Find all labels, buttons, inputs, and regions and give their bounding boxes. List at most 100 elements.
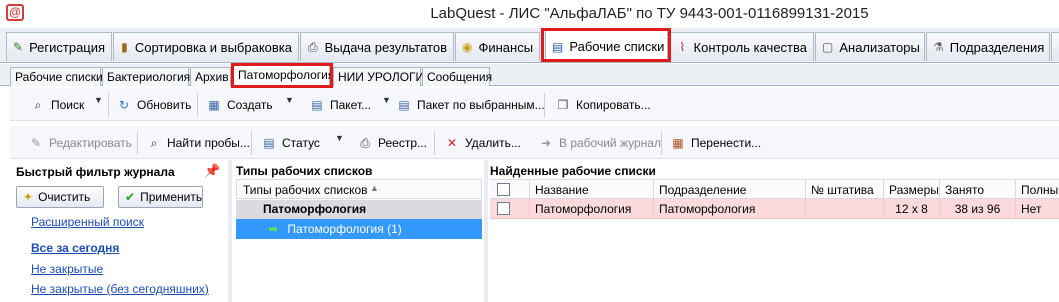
create-dropdown-icon[interactable]: ▼ [285, 95, 294, 105]
package-selected-icon: ▤ [398, 98, 410, 112]
column-header-full[interactable]: Полный [1016, 180, 1059, 199]
package-label: Пакет... [330, 98, 372, 112]
package-icon: ▤ [311, 98, 323, 112]
copy-icon: ❐ [557, 98, 569, 112]
apply-button[interactable]: ✔ Применить [118, 186, 203, 208]
column-header-department[interactable]: Подразделение [654, 180, 806, 199]
tab-quality-control[interactable]: ⌇ Контроль качества [670, 32, 814, 61]
filter-link-today[interactable]: Все за сегодня [31, 241, 119, 255]
tab-label: Выдача результатов [324, 39, 447, 55]
separator [661, 131, 662, 155]
subtab-archive[interactable]: Архив [190, 67, 231, 86]
tab-label: Подразделения [949, 39, 1045, 55]
column-header-occupied[interactable]: Занято [940, 180, 1016, 199]
status-button[interactable]: ▤ Статус [261, 133, 320, 153]
tab-label: Анализаторы [839, 39, 920, 55]
search-dropdown-icon[interactable]: ▼ [94, 95, 103, 105]
window-title: LabQuest - ЛИС "АльфаЛАБ" по ТУ 9443-001… [430, 5, 869, 22]
row-select-cell[interactable] [490, 199, 530, 218]
cell-department: Патоморфология [654, 199, 806, 218]
tab-departments[interactable]: ⚗ Подразделения [926, 32, 1050, 61]
cell-rack [806, 199, 884, 218]
separator [197, 93, 198, 117]
subtab-work-lists[interactable]: Рабочие списки [10, 67, 103, 86]
subtab-messages[interactable]: Сообщения [422, 67, 492, 86]
edit-button[interactable]: ✎ Редактировать [28, 133, 132, 153]
sort-ascending-icon: ▲ [370, 183, 379, 193]
subtab-urology[interactable]: НИИ УРОЛОГИИ [333, 67, 433, 86]
cell-occupied: 38 из 96 [940, 199, 1016, 218]
tab-label: Сортировка и выбраковка [134, 39, 292, 55]
column-header-size[interactable]: Размеры [884, 180, 940, 199]
arrow-journal-icon: ➜ [540, 136, 552, 150]
refresh-button[interactable]: ↻ Обновить [116, 95, 191, 115]
list-types-header-label: Типы рабочих списков [243, 183, 368, 197]
subtab-bacteriology[interactable]: Бактериология [102, 67, 190, 86]
binoculars-icon: ⌕ [34, 98, 42, 112]
splitter-left[interactable] [228, 160, 232, 302]
clear-label: Очистить [38, 190, 91, 204]
separator [108, 93, 109, 117]
table-row[interactable]: Патоморфология Патоморфология 12 x 8 38 … [490, 199, 1059, 219]
tree-item-label: Патоморфология (1) [287, 222, 402, 236]
pencil-doc-icon: ✎ [13, 40, 24, 54]
find-samples-button[interactable]: ⌕ Найти пробы... [146, 133, 250, 153]
package-selected-button[interactable]: ▤ Пакет по выбранным... [396, 95, 544, 115]
toolbar-primary: ⌕ Поиск ▼ ↻ Обновить ▦ Создать ▼ ▤ Пакет… [10, 88, 1059, 121]
tab-overflow[interactable] [1051, 32, 1059, 61]
move-button[interactable]: ▦ Перенести... [670, 133, 761, 153]
clear-button[interactable]: ✦ Очистить [16, 186, 104, 208]
tab-registration[interactable]: ✎ Регистрация [6, 32, 112, 61]
filter-link-not-closed[interactable]: Не закрытые [31, 262, 103, 276]
row-checkbox[interactable] [497, 202, 510, 215]
column-header-rack[interactable]: № штатива [806, 180, 884, 199]
copy-label: Копировать... [576, 98, 651, 112]
tree-group-pathomorphology[interactable]: Патоморфология [236, 200, 482, 219]
grid-doc-icon: ▦ [208, 98, 220, 112]
to-journal-button[interactable]: ➜ В рабочий журнал [538, 133, 661, 153]
coins-icon: ◉ [462, 40, 473, 54]
apply-label: Применить [140, 190, 203, 204]
package-button[interactable]: ▤ Пакет... [309, 95, 371, 115]
column-header-name[interactable]: Название [530, 180, 654, 199]
list-types-column-header[interactable]: Типы рабочих списков ▲ [236, 179, 482, 199]
separator [434, 131, 435, 155]
found-lists-title: Найденные рабочие списки [490, 164, 656, 178]
refresh-label: Обновить [137, 98, 192, 112]
create-label: Создать [227, 98, 273, 112]
filter-link-not-closed-excl-today[interactable]: Не закрытые (без сегодняшних) [31, 282, 209, 296]
registry-button[interactable]: ⎙ Реестр... [357, 133, 427, 153]
printer-icon: ⎙ [360, 136, 370, 150]
tab-label: Контроль качества [693, 39, 807, 55]
select-all-checkbox[interactable] [497, 183, 510, 196]
tab-label: Регистрация [29, 39, 106, 55]
advanced-search-link[interactable]: Расширенный поиск [31, 215, 144, 229]
move-label: Перенести... [691, 136, 762, 150]
delete-button[interactable]: ✕ Удалить... [444, 133, 521, 153]
search-button[interactable]: ⌕ Поиск [30, 95, 85, 115]
tree-item-pathomorphology[interactable]: ➡ Патоморфология (1) [236, 219, 482, 239]
delete-label: Удалить... [465, 136, 521, 150]
search-label: Поиск [51, 98, 85, 112]
tab-label: Финансы [478, 39, 534, 55]
pin-icon[interactable]: 📌 [204, 163, 220, 179]
tab-results[interactable]: ⎙ Выдача результатов [300, 32, 454, 61]
quick-filter-title: Быстрый фильтр журнала [16, 165, 175, 179]
find-samples-label: Найти пробы... [167, 136, 250, 150]
calendar-icon: ▦ [672, 136, 684, 150]
list-types-title: Типы рабочих списков [236, 164, 373, 178]
edit-label: Редактировать [49, 136, 132, 150]
status-dropdown-icon[interactable]: ▼ [335, 133, 344, 143]
edit-icon: ✎ [30, 136, 42, 150]
tab-sorting[interactable]: ▮ Сортировка и выбраковка [113, 32, 299, 61]
package-dropdown-icon[interactable]: ▼ [382, 95, 391, 105]
tab-analyzers[interactable]: ▢ Анализаторы [815, 32, 925, 61]
registry-label: Реестр... [378, 136, 427, 150]
delete-x-icon: ✕ [446, 136, 458, 150]
copy-button[interactable]: ❐ Копировать... [555, 95, 651, 115]
create-button[interactable]: ▦ Создать [206, 95, 273, 115]
highlight-box-main-tab [541, 28, 671, 62]
quick-filter-panel: Быстрый фильтр журнала 📌 ✦ Очистить ✔ Пр… [10, 160, 226, 302]
select-all-column[interactable] [490, 180, 530, 199]
tab-finance[interactable]: ◉ Финансы [455, 32, 540, 61]
